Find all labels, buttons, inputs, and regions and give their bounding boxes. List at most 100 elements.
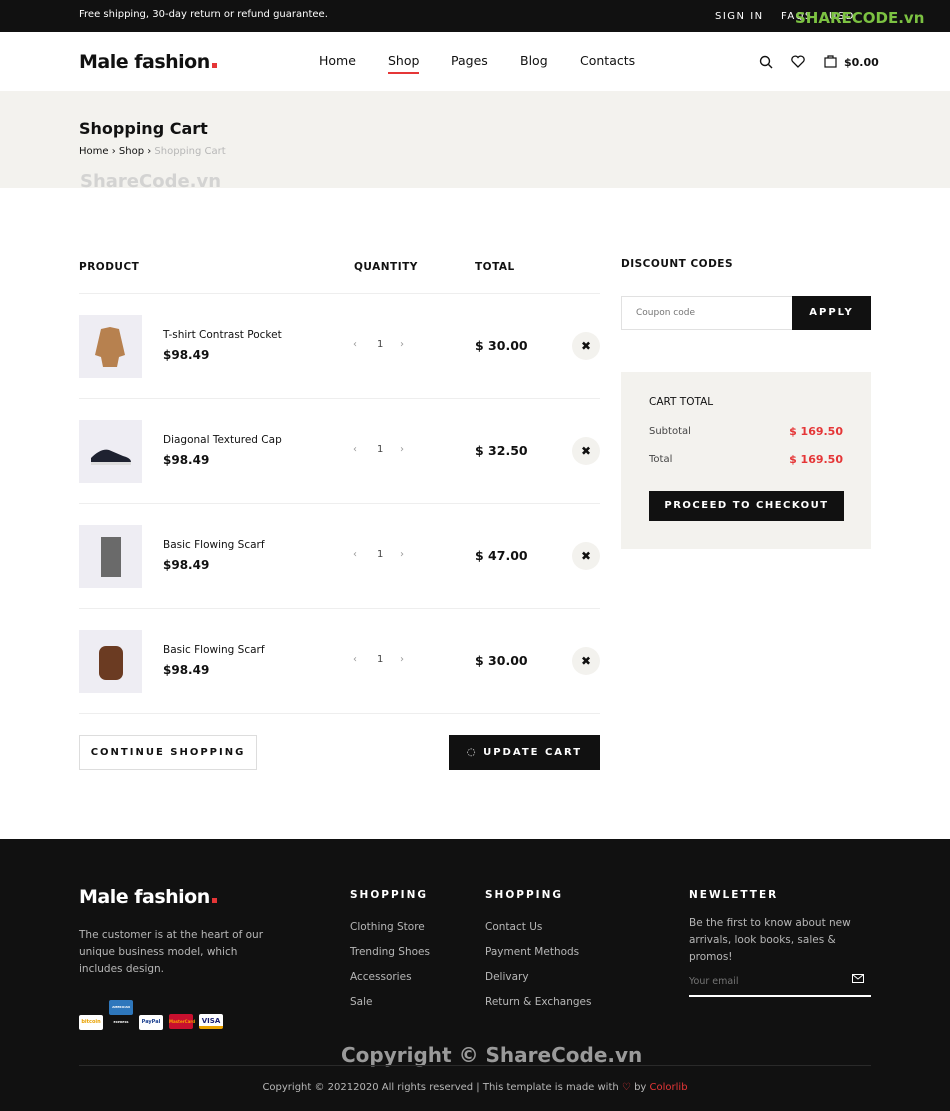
qty-increase-button[interactable]: › — [400, 549, 404, 560]
footer-link[interactable]: Trending Shoes — [350, 946, 430, 958]
nav-blog[interactable]: Blog — [520, 53, 548, 68]
footer-logo[interactable]: Male fashion — [79, 886, 217, 908]
qty-value[interactable]: 1 — [377, 654, 383, 665]
footer-link[interactable]: Delivary — [485, 971, 529, 983]
footer-col2-title: SHOPPING — [485, 889, 563, 901]
update-cart-button[interactable]: ◌ UPDATE CART — [449, 735, 600, 770]
search-icon[interactable] — [759, 55, 773, 69]
amex-icon: AMERICAN EXPRESS — [109, 1000, 133, 1024]
qty-increase-button[interactable]: › — [400, 444, 404, 455]
remove-item-button[interactable]: ✖ — [572, 437, 600, 465]
qty-increase-button[interactable]: › — [400, 654, 404, 665]
subtotal-label: Subtotal — [649, 426, 691, 437]
continue-shopping-button[interactable]: CONTINUE SHOPPING — [79, 735, 257, 770]
subtotal-value: $ 169.50 — [789, 425, 843, 438]
page-title: Shopping Cart — [79, 119, 208, 138]
newsletter-text: Be the first to know about new arrivals,… — [689, 917, 851, 963]
sharecode-watermark-footer: Copyright © ShareCode.vn — [341, 1043, 643, 1067]
qty-decrease-button[interactable]: ‹ — [353, 444, 357, 455]
cart-total-title: CART TOTAL — [649, 396, 714, 408]
sign-in-link[interactable]: SIGN IN — [715, 11, 764, 22]
sharecode-watermark: ShareCode.vn — [80, 171, 222, 192]
footer-link[interactable]: Return & Exchanges — [485, 996, 591, 1008]
line-total: $ 30.00 — [475, 338, 528, 353]
nav-shop[interactable]: Shop — [388, 53, 420, 74]
visa-icon: VISA — [199, 1014, 223, 1029]
envelope-icon[interactable] — [852, 974, 864, 983]
newsletter-underline — [689, 995, 871, 997]
header-product: PRODUCT — [79, 261, 140, 273]
qty-value[interactable]: 1 — [377, 444, 383, 455]
cart-total-header[interactable]: $0.00 — [844, 56, 879, 69]
cart-row: Diagonal Textured Cap $98.49 ‹ 1 › $ 32.… — [79, 398, 600, 503]
product-price: $98.49 — [163, 348, 210, 362]
shipping-message: Free shipping, 30-day return or refund g… — [79, 9, 328, 20]
qty-decrease-button[interactable]: ‹ — [353, 654, 357, 665]
product-price: $98.49 — [163, 558, 210, 572]
line-total: $ 30.00 — [475, 653, 528, 668]
qty-value[interactable]: 1 — [377, 339, 383, 350]
product-image[interactable] — [79, 315, 142, 378]
product-name[interactable]: Diagonal Textured Cap — [163, 434, 282, 446]
footer-link[interactable]: Payment Methods — [485, 946, 579, 958]
line-total: $ 32.50 — [475, 443, 528, 458]
cart-bag-icon[interactable] — [824, 54, 837, 68]
top-bar: Free shipping, 30-day return or refund g… — [0, 0, 950, 32]
remove-item-button[interactable]: ✖ — [572, 542, 600, 570]
checkout-button[interactable]: PROCEED TO CHECKOUT — [649, 491, 844, 521]
remove-item-button[interactable]: ✖ — [572, 647, 600, 675]
heart-icon[interactable] — [791, 55, 805, 68]
qty-value[interactable]: 1 — [377, 549, 383, 560]
header: Male fashion Home Shop Pages Blog Contac… — [0, 32, 950, 91]
footer-link[interactable]: Contact Us — [485, 921, 542, 933]
product-name[interactable]: T-shirt Contrast Pocket — [163, 329, 282, 341]
qty-decrease-button[interactable]: ‹ — [353, 549, 357, 560]
product-name[interactable]: Basic Flowing Scarf — [163, 539, 265, 551]
product-image[interactable] — [79, 630, 142, 693]
cart-row: Basic Flowing Scarf $98.49 ‹ 1 › $ 47.00… — [79, 503, 600, 608]
line-total: $ 47.00 — [475, 548, 528, 563]
colorlib-link[interactable]: Colorlib — [650, 1082, 688, 1093]
cart-total-panel: CART TOTAL Subtotal $ 169.50 Total $ 169… — [621, 372, 871, 549]
newsletter-title: NEWLETTER — [689, 889, 779, 901]
payment-icons: bitcoin AMERICAN EXPRESS PayPal MasterCard V… — [79, 1000, 229, 1030]
apply-button[interactable]: APPLY — [792, 296, 871, 330]
total-label: Total — [649, 454, 673, 465]
footer-about: The customer is at the heart of our uniq… — [79, 929, 264, 975]
newsletter-email-input[interactable] — [689, 967, 854, 995]
mastercard-icon: MasterCard — [169, 1014, 195, 1029]
nav-contacts[interactable]: Contacts — [580, 53, 635, 68]
logo[interactable]: Male fashion — [79, 51, 217, 73]
heart-icon: ♡ — [621, 1082, 631, 1093]
divider — [79, 713, 600, 714]
spinner-icon: ◌ — [466, 747, 484, 758]
coupon-input[interactable] — [621, 296, 792, 330]
qty-increase-button[interactable]: › — [400, 339, 404, 350]
footer: Male fashion The customer is at the hear… — [0, 839, 950, 1111]
breadcrumb-home[interactable]: Home — [79, 146, 109, 157]
total-value: $ 169.50 — [789, 453, 843, 466]
breadcrumb-section: Shopping Cart Home › Shop › Shopping Car… — [0, 91, 950, 192]
footer-link[interactable]: Sale — [350, 996, 372, 1008]
product-image[interactable] — [79, 525, 142, 588]
nav-pages[interactable]: Pages — [451, 53, 488, 68]
product-image[interactable] — [79, 420, 142, 483]
footer-col1-title: SHOPPING — [350, 889, 428, 901]
footer-link[interactable]: Accessories — [350, 971, 412, 983]
qty-decrease-button[interactable]: ‹ — [353, 339, 357, 350]
sharecode-watermark-logo: SHARECODE.vn — [795, 9, 925, 27]
product-name[interactable]: Basic Flowing Scarf — [163, 644, 265, 656]
breadcrumb-shop[interactable]: Shop — [119, 146, 144, 157]
discount-title: DISCOUNT CODES — [621, 258, 734, 270]
remove-item-button[interactable]: ✖ — [572, 332, 600, 360]
breadcrumb-current: Shopping Cart — [154, 146, 226, 157]
nav-home[interactable]: Home — [319, 53, 356, 68]
header-total: TOTAL — [475, 261, 515, 273]
product-price: $98.49 — [163, 453, 210, 467]
paypal-icon: PayPal — [139, 1015, 163, 1030]
footer-link[interactable]: Clothing Store — [350, 921, 425, 933]
cart-row: T-shirt Contrast Pocket $98.49 ‹ 1 › $ 3… — [79, 293, 600, 398]
product-price: $98.49 — [163, 663, 210, 677]
bitcoin-icon: bitcoin — [79, 1015, 103, 1030]
breadcrumb: Home › Shop › Shopping Cart — [79, 146, 226, 157]
